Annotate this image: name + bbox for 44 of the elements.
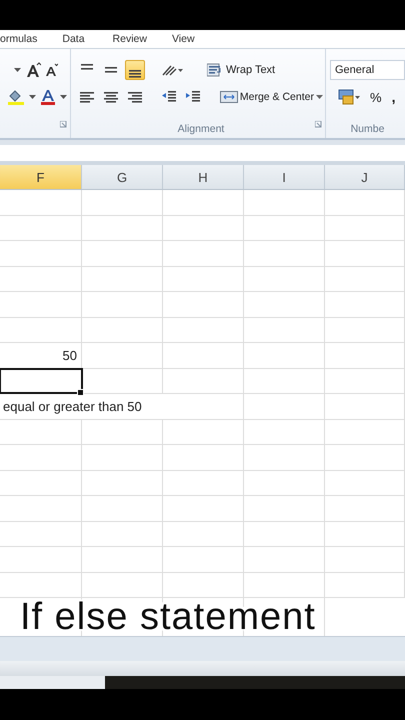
dialog-launcher-icon: [60, 121, 67, 128]
table-cell[interactable]: equal or greater than 50: [0, 394, 244, 418]
dropdown-arrow-icon: [29, 94, 36, 100]
orientation-icon: [161, 63, 183, 77]
align-lines-icon: [103, 66, 119, 74]
align-lines-icon: [79, 62, 95, 70]
group-label: Numbe: [350, 123, 384, 135]
shrink-font-icon: [45, 63, 58, 77]
video-caption: If else statement: [20, 598, 316, 636]
dropdown-arrow-icon: [60, 94, 67, 100]
fill-color-icon: [7, 88, 25, 106]
decrease-indent-icon: [161, 90, 178, 104]
column-header[interactable]: I: [244, 165, 325, 189]
align-lines-icon: [127, 69, 143, 78]
number-format-field[interactable]: General: [330, 60, 405, 80]
table-cell[interactable]: [0, 368, 82, 393]
money-icon: [338, 89, 360, 105]
currency-format-button[interactable]: [336, 87, 362, 107]
merge-center-button[interactable]: Merge & Center: [218, 88, 325, 106]
align-lines-icon: [79, 90, 95, 104]
column-header[interactable]: G: [82, 165, 163, 189]
ribbon-tab[interactable]: Data: [62, 33, 85, 45]
ribbon-tab[interactable]: View: [172, 33, 195, 45]
group-label: Alignment: [178, 123, 224, 135]
increase-indent-icon: [185, 90, 202, 104]
dialog-launcher-icon: [315, 121, 322, 128]
align-lines-icon: [103, 90, 119, 104]
wrap-text-icon: [207, 63, 223, 77]
column-header[interactable]: J: [325, 165, 405, 189]
align-lines-icon: [127, 90, 143, 104]
merge-cells-icon: [220, 90, 238, 104]
wrap-text-button[interactable]: Wrap Text: [205, 61, 278, 79]
grow-font-icon: [25, 62, 41, 78]
font-color-icon: [40, 88, 56, 106]
table-cell[interactable]: 50: [0, 343, 82, 368]
dropdown-arrow-icon: [14, 68, 21, 72]
ribbon-tab[interactable]: ormulas: [0, 33, 38, 45]
vertical-align-button[interactable]: [125, 60, 145, 80]
dropdown-arrow-icon: [316, 94, 323, 100]
ribbon-tab[interactable]: Review: [112, 33, 147, 45]
column-header[interactable]: H: [163, 165, 244, 189]
column-header[interactable]: F: [0, 165, 82, 189]
percent-button[interactable]: %: [368, 88, 384, 106]
comma-button[interactable]: ,: [390, 87, 398, 107]
